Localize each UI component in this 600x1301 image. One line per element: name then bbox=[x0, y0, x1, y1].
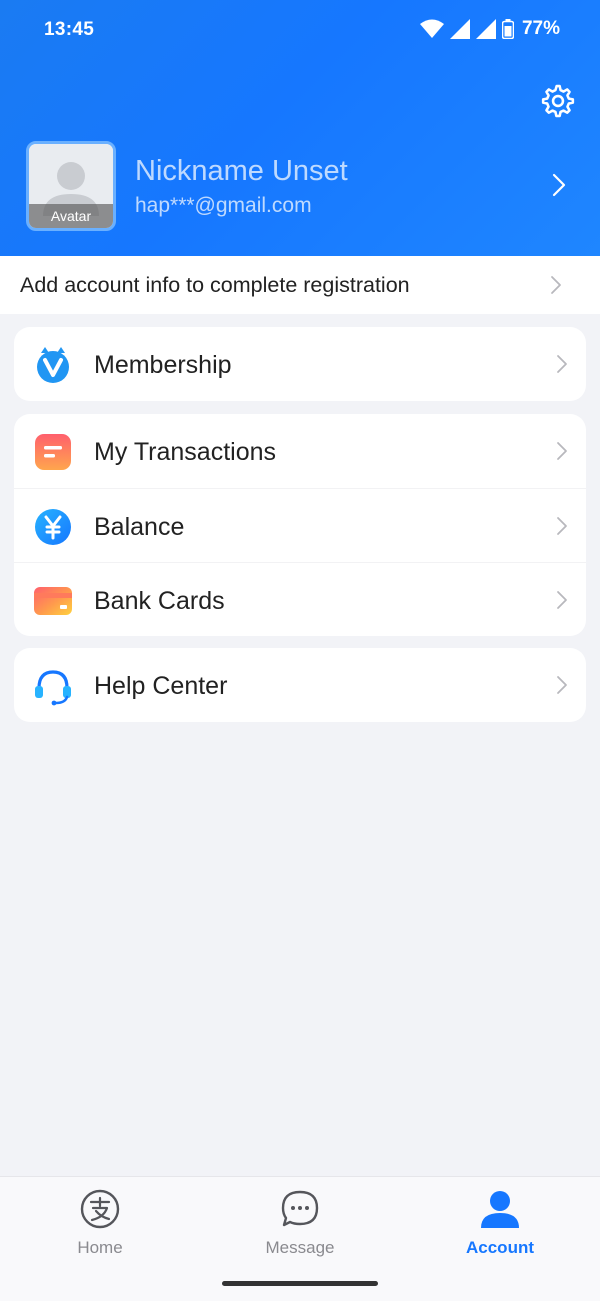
menu-label-my-transactions: My Transactions bbox=[94, 438, 277, 466]
membership-v-icon bbox=[32, 344, 74, 386]
chevron-right-icon bbox=[557, 355, 567, 373]
chevron-right-icon bbox=[557, 442, 567, 460]
status-icons: 77% bbox=[419, 18, 560, 40]
chevron-right-icon bbox=[557, 517, 567, 535]
profile-row[interactable]: Avatar Nickname Unset hap***@gmail.com bbox=[26, 141, 576, 231]
menu-item-membership[interactable]: Membership bbox=[14, 327, 586, 401]
battery-icon bbox=[501, 19, 514, 39]
wifi-icon bbox=[419, 19, 444, 38]
menu-label-bank-cards: Bank Cards bbox=[94, 587, 225, 615]
battery-percent: 77% bbox=[521, 18, 560, 39]
chevron-right-icon bbox=[557, 591, 567, 609]
finance-card: My Transactions Balance Bank Cards bbox=[14, 414, 586, 636]
menu-item-bank-cards[interactable]: Bank Cards bbox=[14, 562, 586, 636]
settings-button[interactable] bbox=[538, 81, 578, 121]
membership-card: Membership bbox=[14, 327, 586, 401]
home-indicator[interactable] bbox=[222, 1281, 378, 1286]
gear-icon bbox=[541, 84, 575, 118]
transactions-list-icon bbox=[32, 431, 74, 473]
chat-bubble-icon bbox=[281, 1190, 319, 1227]
nav-label-message: Message bbox=[265, 1238, 335, 1257]
account-email: hap***@gmail.com bbox=[135, 194, 312, 217]
nav-tab-account[interactable]: Account bbox=[400, 1189, 600, 1269]
complete-registration-banner[interactable]: Add account info to complete registratio… bbox=[0, 256, 600, 314]
status-bar: 13:45 77% bbox=[0, 0, 600, 60]
menu-item-balance[interactable]: Balance bbox=[14, 488, 586, 562]
nav-tab-home[interactable]: Home bbox=[0, 1189, 200, 1269]
menu-label-help-center: Help Center bbox=[94, 672, 228, 700]
nav-tab-message[interactable]: Message bbox=[200, 1189, 400, 1269]
person-icon bbox=[481, 1191, 519, 1228]
menu-label-membership: Membership bbox=[94, 351, 232, 379]
headset-icon bbox=[32, 665, 74, 707]
chevron-right-icon bbox=[552, 173, 566, 197]
chevron-right-icon bbox=[557, 676, 567, 694]
yuan-coin-icon bbox=[32, 506, 74, 548]
nav-label-account: Account bbox=[466, 1238, 534, 1257]
nickname: Nickname Unset bbox=[135, 155, 348, 187]
profile-header: 13:45 77% Avatar Nickname Unset hap***@g… bbox=[0, 0, 600, 256]
registration-text: Add account info to complete registratio… bbox=[20, 273, 410, 297]
alipay-logo-icon bbox=[80, 1189, 120, 1229]
avatar-label: Avatar bbox=[29, 204, 113, 228]
avatar[interactable]: Avatar bbox=[26, 141, 116, 231]
signal-icon-2 bbox=[475, 19, 496, 39]
menu-item-help-center[interactable]: Help Center bbox=[14, 648, 586, 722]
signal-icon bbox=[449, 19, 470, 39]
chevron-right-icon bbox=[551, 276, 561, 294]
status-time: 13:45 bbox=[44, 19, 95, 40]
menu-label-balance: Balance bbox=[94, 513, 185, 541]
bank-card-icon bbox=[32, 580, 74, 622]
menu-item-my-transactions[interactable]: My Transactions bbox=[14, 414, 586, 488]
help-card: Help Center bbox=[14, 648, 586, 722]
nav-label-home: Home bbox=[77, 1238, 123, 1257]
